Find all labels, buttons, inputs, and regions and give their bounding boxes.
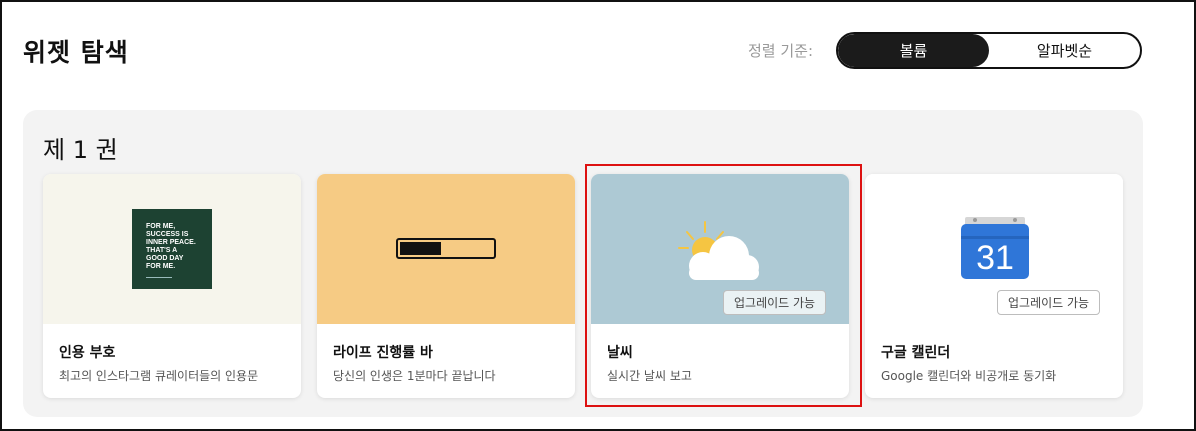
progress-bar [396,238,496,259]
card-description: 실시간 날씨 보고 [607,369,692,383]
widget-card-weather[interactable]: 업그레이드 가능 날씨 실시간 날씨 보고 [591,174,849,398]
volume-section: 제 1 권 FOR ME, SUCCESS IS INNER PEACE. TH… [23,110,1143,417]
card-description: Google 캘린더와 비공개로 동기화 [881,369,1057,383]
sort-option-alphabetical[interactable]: 알파벳순 [989,34,1140,67]
widget-card-quotes[interactable]: FOR ME, SUCCESS IS INNER PEACE. THAT'S A… [43,174,301,398]
card-preview [317,174,575,324]
card-preview: 31 업그레이드 가능 [865,174,1123,324]
card-title: 인용 부호 [59,345,116,361]
quote-line: THAT'S A [146,247,178,254]
sort-option-volume[interactable]: 볼륨 [838,34,989,67]
card-description: 최고의 인스타그램 큐레이터들의 인용문 [59,369,259,383]
section-title: 제 1 권 [43,136,118,164]
card-description: 당신의 인생은 1분마다 끝납니다 [333,369,496,383]
card-title: 날씨 [607,345,633,361]
quote-image: FOR ME, SUCCESS IS INNER PEACE. THAT'S A… [132,209,212,289]
sort-toggle: 볼륨 알파벳순 [836,32,1142,69]
sort-label: 정렬 기준: [748,42,814,60]
progress-fill [400,242,442,255]
quote-line: INNER PEACE. [146,239,196,246]
upgrade-badge: 업그레이드 가능 [723,290,827,315]
page-title: 위젯 탐색 [23,38,129,67]
widget-card-google-calendar[interactable]: 31 업그레이드 가능 구글 캘린더 Google 캘린더와 비공개로 동기화 [865,174,1123,398]
quote-line: SUCCESS IS [146,231,189,238]
upgrade-badge: 업그레이드 가능 [997,290,1101,315]
card-title: 라이프 진행률 바 [333,345,433,361]
quote-line: FOR ME. [146,263,176,270]
card-preview: FOR ME, SUCCESS IS INNER PEACE. THAT'S A… [43,174,301,324]
card-title: 구글 캘린더 [881,345,951,361]
card-preview: 업그레이드 가능 [591,174,849,324]
widget-card-life-progress[interactable]: 라이프 진행률 바 당신의 인생은 1분마다 끝납니다 [317,174,575,398]
quote-line: GOOD DAY [146,255,184,262]
calendar-number: 31 [976,239,1014,277]
quote-divider [146,277,172,278]
quote-line: FOR ME, [146,223,176,230]
